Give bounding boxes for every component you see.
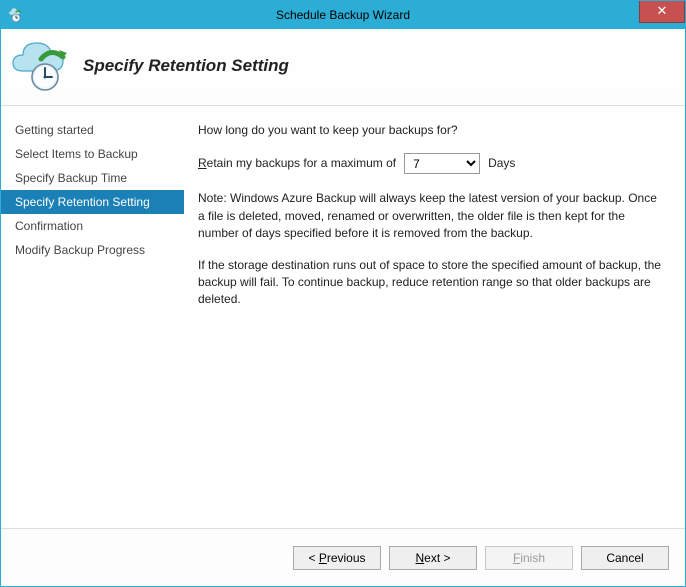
step-retention-setting[interactable]: Specify Retention Setting [1,190,184,214]
step-modify-progress[interactable]: Modify Backup Progress [1,238,184,262]
wizard-logo-icon [7,41,71,91]
step-backup-time[interactable]: Specify Backup Time [1,166,184,190]
retain-days-select[interactable]: 7 [404,153,480,174]
app-icon [7,7,23,23]
step-sidebar: Getting started Select Items to Backup S… [1,106,184,528]
note-text: Note: Windows Azure Backup will always k… [198,190,665,242]
step-getting-started[interactable]: Getting started [1,118,184,142]
window-title: Schedule Backup Wizard [1,8,685,22]
wizard-body: Getting started Select Items to Backup S… [1,106,685,528]
step-confirmation[interactable]: Confirmation [1,214,184,238]
retain-row: Retain my backups for a maximum of 7 Day… [198,153,665,174]
close-button[interactable]: ✕ [639,1,685,23]
cancel-button[interactable]: Cancel [581,546,669,570]
question-text: How long do you want to keep your backup… [198,122,665,139]
next-button[interactable]: Next > [389,546,477,570]
wizard-footer: < Previous Next > Finish Cancel [1,528,685,586]
page-heading: Specify Retention Setting [83,56,289,76]
content-pane: How long do you want to keep your backup… [184,106,685,528]
finish-button: Finish [485,546,573,570]
retain-label: Retain my backups for a maximum of [198,155,396,172]
wizard-header: Specify Retention Setting [1,29,685,106]
retain-unit: Days [488,155,515,172]
warning-text: If the storage destination runs out of s… [198,257,665,309]
step-select-items[interactable]: Select Items to Backup [1,142,184,166]
titlebar: Schedule Backup Wizard ✕ [1,1,685,29]
previous-button[interactable]: < Previous [293,546,381,570]
wizard-window: Schedule Backup Wizard ✕ Specify Retenti… [0,0,686,587]
